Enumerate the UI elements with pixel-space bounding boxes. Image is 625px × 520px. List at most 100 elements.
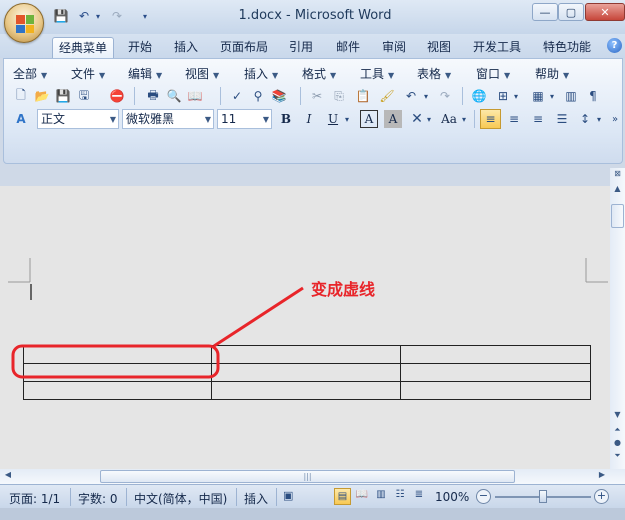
- font-combo[interactable]: 微软雅黑 ▼: [122, 109, 214, 129]
- save-icon[interactable]: 💾: [52, 7, 70, 25]
- text-effects-dropdown-icon[interactable]: ▾: [424, 110, 434, 128]
- help-icon[interactable]: ?: [607, 38, 622, 53]
- underline-button[interactable]: U: [324, 110, 342, 128]
- menu-item-0[interactable]: 全部 ▼: [13, 65, 47, 82]
- tab-3[interactable]: 页面布局: [214, 37, 274, 58]
- toolbar-overflow-icon[interactable]: »: [610, 110, 620, 128]
- menu-item-8[interactable]: 窗口 ▼: [476, 65, 510, 82]
- zoom-out-icon[interactable]: −: [476, 489, 491, 504]
- scroll-right-icon[interactable]: ▶: [596, 470, 608, 483]
- vertical-scroll-thumb[interactable]: [611, 204, 624, 228]
- previous-page-icon[interactable]: ⏶: [611, 425, 624, 437]
- full-screen-reading-icon[interactable]: 📖: [354, 489, 370, 504]
- maximize-button[interactable]: ▢: [558, 3, 584, 21]
- read-mode-icon[interactable]: 📖: [186, 87, 204, 105]
- show-formatting-icon[interactable]: ¶: [584, 87, 602, 105]
- hyperlink-icon[interactable]: 🌐: [470, 87, 488, 105]
- table-dropdown-icon[interactable]: ▾: [547, 87, 557, 105]
- character-border-button[interactable]: A: [360, 110, 378, 128]
- font-size-combo[interactable]: 11 ▼: [217, 109, 272, 129]
- open-icon[interactable]: 📂: [33, 87, 51, 105]
- scroll-down-icon[interactable]: ▼: [611, 410, 624, 422]
- thesaurus-icon[interactable]: 📚: [270, 87, 288, 105]
- research-icon[interactable]: ⚲: [249, 87, 267, 105]
- tab-5[interactable]: 邮件: [330, 37, 366, 58]
- browse-object-icon[interactable]: ●: [611, 438, 624, 450]
- menu-item-4[interactable]: 插入 ▼: [244, 65, 278, 82]
- columns-icon[interactable]: ▥: [562, 87, 580, 105]
- menu-item-3[interactable]: 视图 ▼: [185, 65, 219, 82]
- redo-icon[interactable]: ↷: [436, 87, 454, 105]
- change-case-dropdown-icon[interactable]: ▾: [459, 110, 469, 128]
- zoom-slider-thumb[interactable]: [539, 490, 547, 503]
- draft-view-icon[interactable]: ≣: [411, 489, 427, 504]
- change-case-button[interactable]: Aa: [438, 110, 460, 128]
- character-shading-button[interactable]: A: [384, 110, 402, 128]
- scroll-left-icon[interactable]: ◀: [2, 470, 14, 483]
- justify-icon[interactable]: ☰: [553, 110, 571, 128]
- new-document-icon[interactable]: 🗋: [12, 87, 30, 105]
- web-layout-icon[interactable]: ▥: [373, 489, 389, 504]
- undo-icon[interactable]: ↶: [402, 87, 420, 105]
- tab-2[interactable]: 插入: [168, 37, 204, 58]
- styles-pane-icon[interactable]: A: [12, 110, 30, 128]
- menu-item-6[interactable]: 工具 ▼: [360, 65, 394, 82]
- word-count[interactable]: 字数: 0: [78, 490, 118, 507]
- align-center-icon[interactable]: ≡: [505, 110, 523, 128]
- format-painter-icon[interactable]: 🖌: [378, 87, 396, 105]
- outline-view-icon[interactable]: ☷: [392, 489, 408, 504]
- copy-icon[interactable]: ⎘: [330, 87, 348, 105]
- language-indicator[interactable]: 中文(简体，中国): [134, 490, 227, 507]
- tab-6[interactable]: 审阅: [376, 37, 412, 58]
- tab-4[interactable]: 引用: [283, 37, 319, 58]
- zoom-in-icon[interactable]: +: [594, 489, 609, 504]
- line-spacing-dropdown-icon[interactable]: ▾: [594, 110, 604, 128]
- horizontal-scrollbar[interactable]: ◀ ||| ▶: [0, 469, 625, 484]
- menu-item-5[interactable]: 格式 ▼: [302, 65, 336, 82]
- close-button[interactable]: ✕: [585, 3, 625, 21]
- redo-icon[interactable]: ↷: [108, 7, 126, 25]
- macro-record-icon[interactable]: ▣: [283, 489, 299, 504]
- permission-icon[interactable]: ⛔: [108, 87, 126, 105]
- zoom-level[interactable]: 100%: [435, 490, 469, 504]
- print-preview-icon[interactable]: 🔍: [165, 87, 183, 105]
- horizontal-scroll-thumb[interactable]: |||: [100, 470, 515, 483]
- vertical-scrollbar[interactable]: ⊠ ▲ ▼ ⏶ ● ⏷: [610, 168, 625, 469]
- print-icon[interactable]: 🖶: [144, 87, 162, 105]
- tab-9[interactable]: 特色功能: [537, 37, 597, 58]
- bold-button[interactable]: B: [277, 110, 295, 128]
- menu-item-9[interactable]: 帮助 ▼: [535, 65, 569, 82]
- document-canvas[interactable]: 变成虚线: [0, 186, 610, 469]
- line-spacing-icon[interactable]: ↕: [576, 110, 594, 128]
- paste-icon[interactable]: 📋: [354, 87, 372, 105]
- tab-0[interactable]: 经典菜单: [52, 37, 115, 58]
- page-count[interactable]: 页面: 1/1: [9, 490, 60, 507]
- spelling-icon[interactable]: ✓: [228, 87, 246, 105]
- undo-icon[interactable]: ↶: [75, 7, 93, 25]
- menu-item-7[interactable]: 表格 ▼: [417, 65, 451, 82]
- ruler-toggle-icon[interactable]: ⊠: [611, 169, 624, 181]
- align-right-icon[interactable]: ≡: [529, 110, 547, 128]
- borders-dropdown-icon[interactable]: ▾: [511, 87, 521, 105]
- scroll-up-icon[interactable]: ▲: [611, 184, 624, 198]
- style-combo[interactable]: 正文 ▼: [37, 109, 119, 129]
- next-page-icon[interactable]: ⏷: [611, 451, 624, 463]
- minimize-button[interactable]: —: [532, 3, 558, 21]
- tab-7[interactable]: 视图: [421, 37, 457, 58]
- save-as-icon[interactable]: 🖫: [75, 87, 93, 105]
- underline-dropdown-icon[interactable]: ▾: [342, 110, 352, 128]
- insert-table-icon[interactable]: ▦: [529, 87, 547, 105]
- align-left-icon[interactable]: ≡: [480, 109, 501, 129]
- tab-8[interactable]: 开发工具: [467, 37, 527, 58]
- customize-qat-icon[interactable]: ▾: [140, 7, 150, 25]
- save-icon[interactable]: 💾: [54, 87, 72, 105]
- print-layout-view-icon[interactable]: ▤: [334, 488, 351, 505]
- cut-icon[interactable]: ✂: [308, 87, 326, 105]
- menu-item-2[interactable]: 编辑 ▼: [128, 65, 162, 82]
- office-button[interactable]: [4, 3, 44, 43]
- undo-dropdown-icon[interactable]: ▾: [93, 7, 103, 25]
- borders-icon[interactable]: ⊞: [494, 87, 512, 105]
- menu-item-1[interactable]: 文件 ▼: [71, 65, 105, 82]
- undo-dropdown-icon[interactable]: ▾: [421, 87, 431, 105]
- italic-button[interactable]: I: [300, 110, 318, 128]
